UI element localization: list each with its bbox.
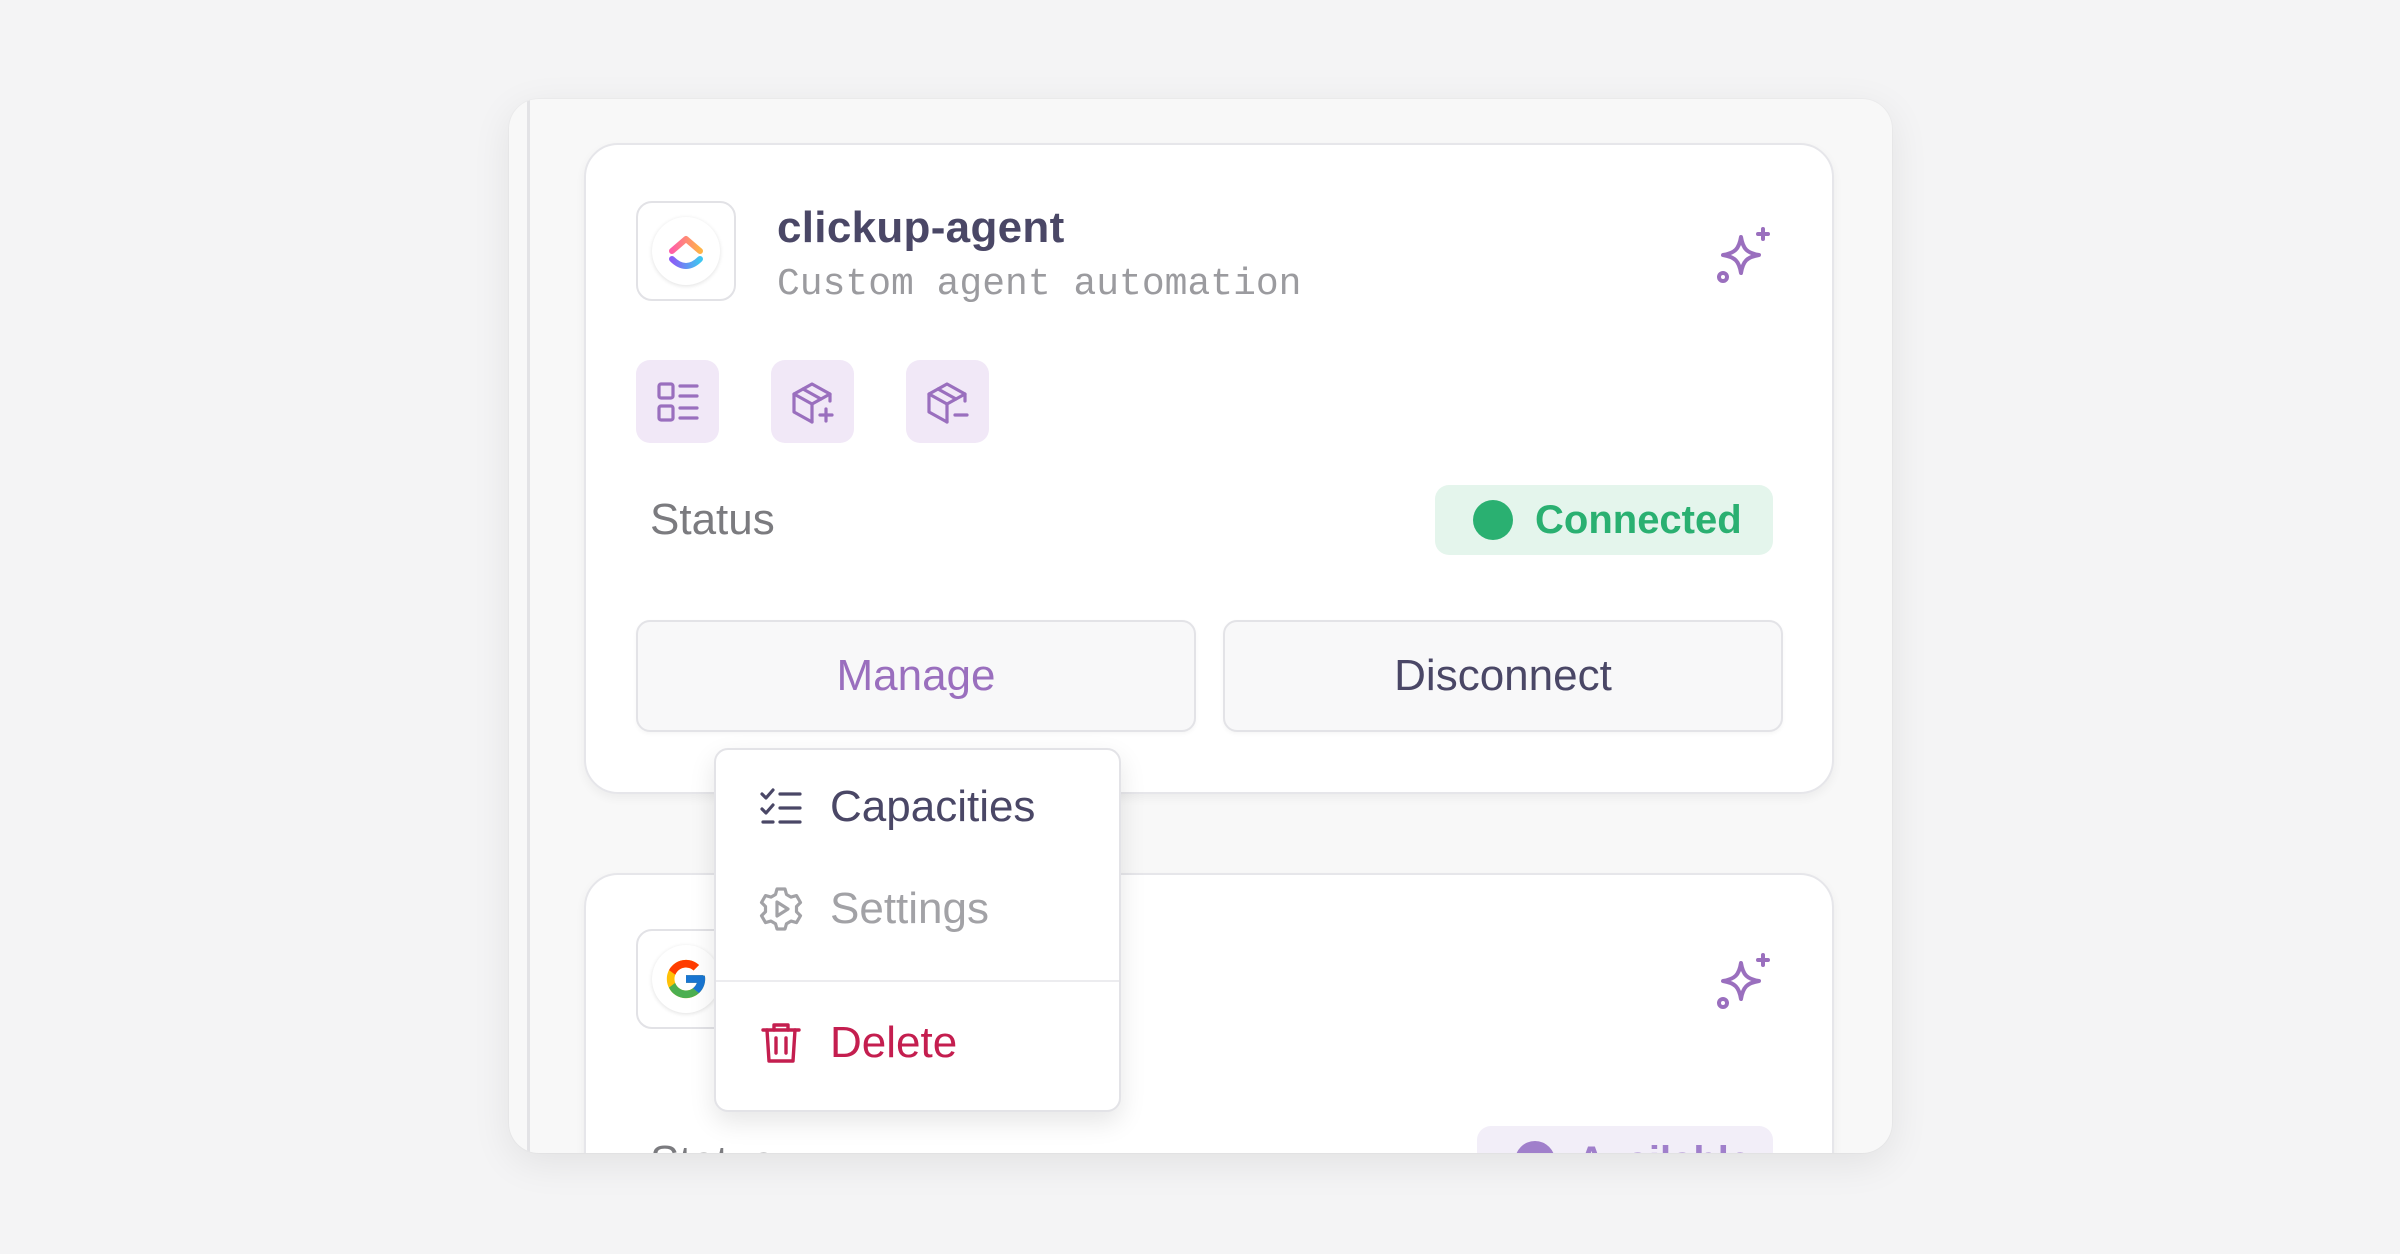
- status-badge: Available: [1477, 1126, 1773, 1153]
- integration-subtitle: Custom agent automation: [777, 263, 1302, 306]
- integration-title: clickup-agent: [777, 203, 1065, 252]
- manage-button[interactable]: Manage: [636, 620, 1196, 732]
- menu-divider: [716, 980, 1119, 982]
- menu-item-label: Delete: [830, 1018, 958, 1067]
- checklist-icon: [756, 782, 806, 832]
- capability-icons: [636, 360, 989, 443]
- menu-item-settings[interactable]: Settings: [716, 864, 1119, 954]
- gear-icon: [756, 884, 806, 934]
- menu-item-label: Capacities: [830, 782, 1036, 831]
- sparkle-icon[interactable]: [1713, 225, 1775, 287]
- status-label: Status: [650, 1137, 775, 1153]
- menu-item-label: Settings: [830, 884, 989, 933]
- panel-rail: [527, 99, 530, 1153]
- sparkle-icon[interactable]: [1713, 951, 1775, 1013]
- menu-item-delete[interactable]: Delete: [716, 998, 1119, 1088]
- integration-card-clickup: clickup-agent Custom agent automation St…: [584, 143, 1834, 794]
- disconnect-button[interactable]: Disconnect: [1223, 620, 1783, 732]
- manage-dropdown-menu: Capacities Settings Delete: [714, 748, 1121, 1112]
- status-label: Status: [650, 495, 775, 544]
- menu-item-capacities[interactable]: Capacities: [716, 762, 1119, 852]
- clickup-logo-icon: [652, 217, 720, 285]
- status-dot: [1515, 1141, 1555, 1153]
- trash-icon: [756, 1018, 806, 1068]
- list-details-icon[interactable]: [636, 360, 719, 443]
- status-value: Available: [1577, 1139, 1751, 1154]
- integration-logo: [636, 201, 736, 301]
- google-logo-icon: [652, 945, 720, 1013]
- status-value: Connected: [1535, 497, 1742, 542]
- status-dot: [1473, 500, 1513, 540]
- package-plus-icon[interactable]: [771, 360, 854, 443]
- package-minus-icon[interactable]: [906, 360, 989, 443]
- status-badge: Connected: [1435, 485, 1773, 555]
